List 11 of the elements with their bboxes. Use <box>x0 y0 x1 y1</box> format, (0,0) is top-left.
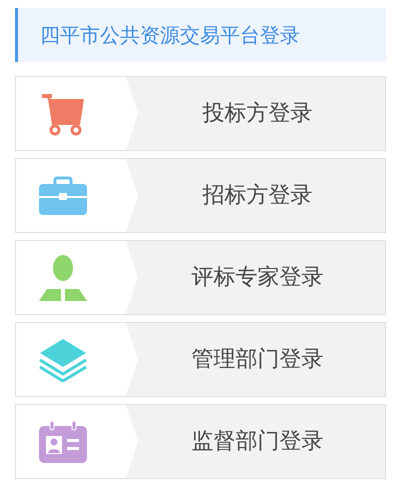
login-button[interactable]: 招标方登录 <box>15 158 386 233</box>
login-button[interactable]: 投标方登录 <box>15 76 386 151</box>
login-button[interactable]: 管理部门登录 <box>15 322 386 397</box>
person-icon <box>39 254 87 302</box>
id-card-icon <box>39 420 87 462</box>
cart-icon <box>40 92 86 136</box>
page-title: 四平市公共资源交易平台登录 <box>15 8 386 62</box>
login-button[interactable]: 监督部门登录 <box>15 404 386 479</box>
login-button[interactable]: 评标专家登录 <box>15 240 386 315</box>
briefcase-icon <box>38 176 88 216</box>
layers-icon <box>39 338 87 382</box>
